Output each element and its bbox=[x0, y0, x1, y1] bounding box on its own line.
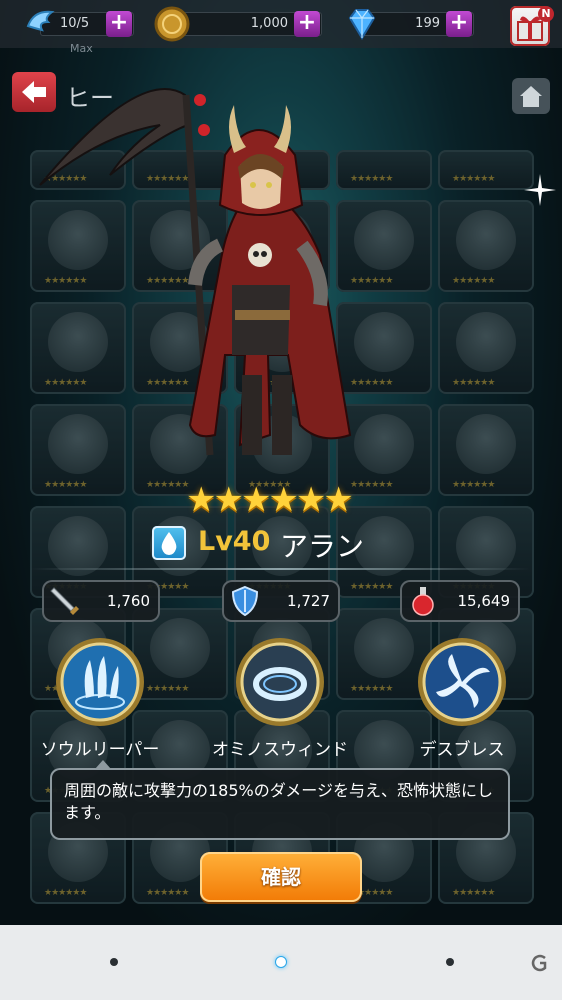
skill-name-ominous-wind: オミノスウィンド bbox=[212, 740, 348, 760]
stamina-max-label: Max bbox=[70, 42, 93, 55]
watermark-logo-icon bbox=[531, 954, 547, 972]
diamond-icon bbox=[348, 9, 376, 40]
hero-name: アラン bbox=[280, 530, 365, 563]
resource-bar: 10/5 + Max 1,000 + 199 + N bbox=[0, 0, 562, 55]
skill-name-soul-reaper: ソウルリーパー bbox=[40, 740, 160, 760]
system-navigation-bar bbox=[0, 925, 562, 1000]
defense-stat: 1,727 bbox=[222, 580, 340, 622]
water-drop-icon bbox=[161, 532, 177, 555]
wing-icon bbox=[26, 10, 55, 32]
notification-badge: N bbox=[538, 6, 554, 22]
hero-portrait bbox=[39, 88, 352, 456]
hp-stat: 15,649 bbox=[400, 580, 520, 622]
add-stamina-button[interactable]: + bbox=[106, 11, 132, 37]
gem-value: 199 bbox=[415, 16, 440, 31]
confirm-button[interactable]: 確認 bbox=[200, 852, 362, 902]
hero-level: Lv40 bbox=[198, 526, 271, 557]
nav-recents-button[interactable] bbox=[446, 958, 454, 966]
gold-counter: 1,000 + bbox=[154, 6, 322, 42]
hero-name-row: Lv40 アラン bbox=[150, 524, 450, 564]
attack-value: 1,760 bbox=[107, 592, 150, 610]
potion-icon bbox=[412, 587, 434, 616]
death-breath-icon bbox=[418, 638, 506, 726]
stamina-value: 10/5 bbox=[60, 16, 90, 31]
skill-description-box: 周囲の敵に攻撃力の185%のダメージを与え、恐怖状態にします。 bbox=[50, 768, 510, 840]
sparkle-icon bbox=[524, 174, 556, 206]
skill-name-death-breath: デスブレス bbox=[419, 740, 505, 760]
stamina-counter: 10/5 + bbox=[26, 11, 134, 37]
sword-icon bbox=[50, 587, 79, 615]
home-icon bbox=[520, 86, 542, 107]
skill-slot-soul-reaper[interactable] bbox=[50, 632, 150, 732]
add-gem-button[interactable]: + bbox=[446, 11, 472, 37]
soul-reaper-icon bbox=[56, 638, 144, 726]
coin-icon bbox=[154, 6, 190, 42]
divider bbox=[30, 568, 530, 570]
skill-slot-ominous-wind[interactable] bbox=[230, 632, 330, 732]
skill-description-text: 周囲の敵に攻撃力の185%のダメージを与え、恐怖状態にします。 bbox=[64, 781, 493, 822]
hp-value: 15,649 bbox=[457, 592, 511, 610]
skill-slot-death-breath[interactable] bbox=[412, 632, 512, 732]
nav-home-button[interactable] bbox=[275, 956, 287, 968]
attack-stat: 1,760 bbox=[42, 580, 160, 622]
hero-detail-screen: ★★★★★★ ★★★★★★ ★★★★★★ ★★★★★★ ★★★★★★ ★★★★★★ ★★★★… bbox=[0, 0, 562, 925]
gold-value: 1,000 bbox=[250, 16, 288, 31]
nav-back-button[interactable] bbox=[110, 958, 118, 966]
shield-icon bbox=[231, 585, 259, 617]
water-element-badge bbox=[152, 526, 186, 560]
add-gold-button[interactable]: + bbox=[294, 11, 320, 37]
gem-counter: 199 + bbox=[348, 9, 474, 40]
home-button[interactable] bbox=[512, 78, 550, 114]
ominous-wind-icon bbox=[236, 638, 324, 726]
rarity-stars: ★★★★★★ bbox=[186, 480, 354, 520]
defense-value: 1,727 bbox=[287, 592, 330, 610]
